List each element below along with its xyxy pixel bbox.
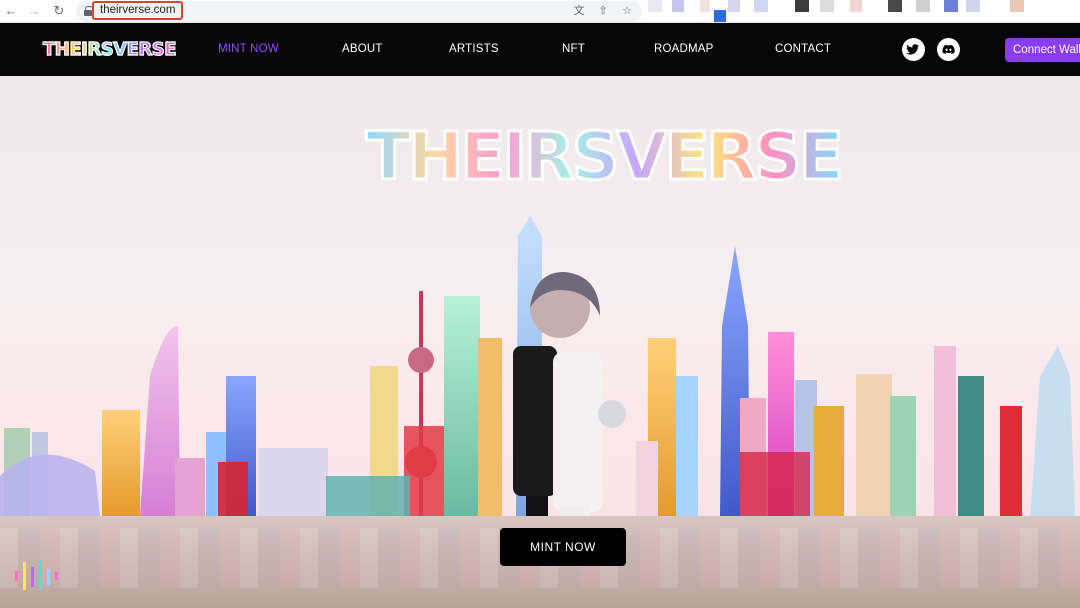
translate-icon[interactable]: 文 xyxy=(571,3,587,19)
url-text[interactable]: theirverse.com xyxy=(92,1,184,20)
nav-nft[interactable]: NFT xyxy=(562,43,585,55)
mint-now-button[interactable]: MINT NOW xyxy=(500,528,626,566)
nav-about[interactable]: ABOUT xyxy=(342,43,383,55)
connect-wallet-button[interactable]: Connect Walle xyxy=(1005,38,1080,62)
twitter-icon[interactable] xyxy=(902,38,925,61)
nav-roadmap[interactable]: ROADMAP xyxy=(654,43,714,55)
browser-toolbar: ← → ↻ theirverse.com 文 ⇧ ☆ xyxy=(0,0,1080,23)
site-logo[interactable]: THEIRSVERSE xyxy=(42,38,177,60)
bookmark-star-icon[interactable]: ☆ xyxy=(619,3,635,19)
site-header: THEIRSVERSE MINT NOW ABOUT ARTISTS NFT R… xyxy=(0,23,1080,76)
back-icon[interactable]: ← xyxy=(2,2,20,20)
reload-icon[interactable]: ↻ xyxy=(50,2,68,20)
nav-artists[interactable]: ARTISTS xyxy=(449,43,499,55)
discord-icon[interactable] xyxy=(937,38,960,61)
forward-icon[interactable]: → xyxy=(25,2,43,20)
hero-title: THEIRSVERSE xyxy=(365,117,846,197)
lock-icon xyxy=(84,6,93,16)
address-bar[interactable]: theirverse.com 文 ⇧ ☆ xyxy=(76,1,642,22)
share-icon[interactable]: ⇧ xyxy=(595,3,611,19)
music-toggle-icon[interactable] xyxy=(15,558,63,592)
nav-mint-now[interactable]: MINT NOW xyxy=(218,43,279,55)
hero-section: THEIRSVERSE MINT NOW xyxy=(0,76,1080,608)
nav-contact[interactable]: CONTACT xyxy=(775,43,831,55)
